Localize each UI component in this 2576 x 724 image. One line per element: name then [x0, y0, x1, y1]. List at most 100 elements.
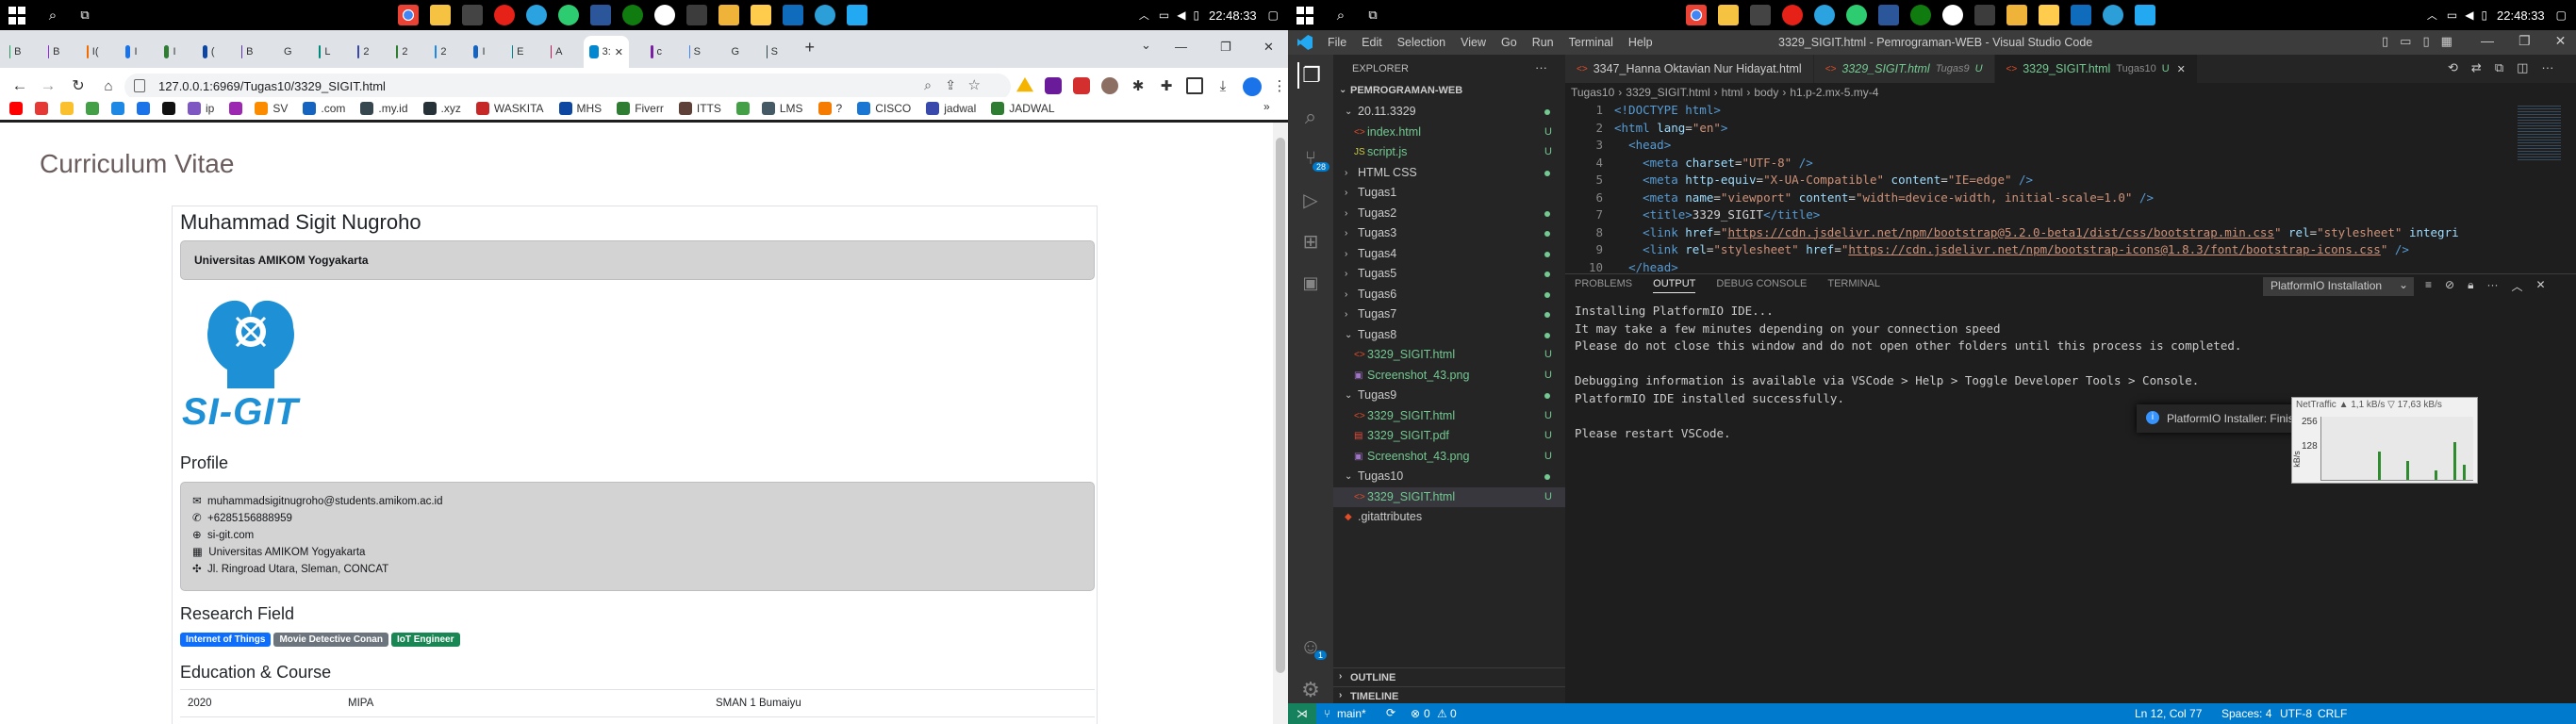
minimize-icon[interactable]: —	[2481, 33, 2494, 49]
browser-tab[interactable]: I(	[81, 36, 105, 68]
browser-tab[interactable]: G	[274, 36, 298, 68]
close-icon[interactable]: ✕	[2555, 33, 2567, 49]
tree-item[interactable]: <> 3329_SIGIT.html U	[1333, 406, 1565, 427]
network-icon[interactable]: ▭	[2447, 8, 2457, 22]
panel-tab-output[interactable]: OUTPUT	[1653, 278, 1696, 293]
tree-item[interactable]: ▤ 3329_SIGIT.pdf U	[1333, 426, 1565, 447]
vscode-icon[interactable]	[847, 5, 867, 25]
tray-chevron-icon[interactable]: ︿	[2427, 8, 2437, 23]
editor-tab[interactable]: <> 3329_SIGIT.html Tugas9 U	[1813, 55, 1995, 83]
outlook-icon[interactable]	[2071, 5, 2091, 25]
menu-edit[interactable]: Edit	[1362, 36, 1382, 49]
panel-tab-terminal[interactable]: TERMINAL	[1827, 278, 1880, 293]
tree-item[interactable]: › HTML CSS	[1333, 163, 1565, 184]
battery-icon[interactable]: ▯	[1193, 8, 1199, 22]
sync-icon[interactable]: ⟳	[1386, 706, 1395, 719]
output-channel-select[interactable]: PlatformIO Installation ⌄	[2263, 277, 2414, 296]
tree-item[interactable]: ▣ Screenshot_43.png U	[1333, 447, 1565, 468]
explorer-icon[interactable]: ❐	[1297, 62, 1324, 89]
tree-item[interactable]: › Tugas3	[1333, 223, 1565, 244]
home-icon[interactable]: ⌂	[98, 75, 119, 96]
page-scrollbar[interactable]	[1273, 123, 1288, 724]
bookmark-item[interactable]	[9, 102, 27, 115]
branch-icon[interactable]: ⑂	[1324, 707, 1330, 720]
tree-item[interactable]: › Tugas6	[1333, 285, 1565, 305]
browser-tab[interactable]: L	[313, 36, 337, 68]
menu-terminal[interactable]: Terminal	[1569, 36, 1613, 49]
windows-start-icon[interactable]	[8, 6, 26, 25]
notification-icon[interactable]: ▢	[1268, 8, 1279, 22]
menu-selection[interactable]: Selection	[1397, 36, 1445, 49]
folder-icon[interactable]	[2006, 5, 2027, 25]
browser-tab[interactable]: 2	[429, 36, 453, 68]
store-icon[interactable]	[462, 5, 483, 25]
panel-tab-problems[interactable]: PROBLEMS	[1575, 278, 1632, 293]
profile-avatar-icon[interactable]	[1243, 77, 1262, 96]
tray-chevron-icon[interactable]: ︿	[1139, 8, 1149, 23]
browser-tab[interactable]: 3: ✕	[584, 36, 629, 68]
split-editor-icon[interactable]: ◫	[2517, 60, 2528, 75]
github-icon[interactable]	[654, 5, 675, 25]
browser-tab[interactable]: I	[120, 36, 143, 68]
code-line[interactable]: <!DOCTYPE html>	[1614, 102, 2519, 120]
terminal-icon[interactable]	[1974, 5, 1995, 25]
toggle-sidebar-icon[interactable]: ▯	[2382, 34, 2388, 49]
extension-red-icon[interactable]	[1073, 77, 1090, 94]
bookmark-item[interactable]	[35, 102, 53, 115]
bookmark-star-icon[interactable]: ☆	[968, 76, 981, 93]
forward-icon[interactable]: →	[38, 75, 58, 96]
code-line[interactable]: <head>	[1614, 137, 2519, 155]
word-icon[interactable]	[590, 5, 611, 25]
omnibox[interactable]: 127.0.0.1:6969/Tugas10/3329_SIGIT.html ⌕…	[124, 74, 1011, 100]
tree-item[interactable]: ⌄ Tugas9	[1333, 386, 1565, 406]
telegram-icon[interactable]	[526, 5, 547, 25]
browser-tab[interactable]: (	[197, 36, 221, 68]
timeline-icon[interactable]: ⟲	[2448, 60, 2458, 75]
browser-tab[interactable]: 2	[352, 36, 375, 68]
toggle-secondary-icon[interactable]: ▯	[2422, 34, 2429, 49]
browser-tab[interactable]: S	[684, 36, 707, 68]
menu-go[interactable]: Go	[1501, 36, 1517, 49]
code-line[interactable]: <link href="https://cdn.jsdelivr.net/npm…	[1614, 224, 2519, 242]
timeline-section[interactable]: › TIMELINE	[1333, 686, 1565, 705]
browser-tab[interactable]: A	[545, 36, 569, 68]
breadcrumb-item[interactable]: 3329_SIGIT.html	[1626, 86, 1709, 99]
lock-scroll-icon[interactable]: 🔒︎	[2468, 278, 2473, 294]
close-panel-icon[interactable]: ✕	[2535, 278, 2545, 294]
bookmark-item[interactable]: CISCO	[857, 102, 911, 115]
cookie-extension-icon[interactable]	[1101, 77, 1118, 94]
tree-item[interactable]: › Tugas1	[1333, 183, 1565, 204]
zoom-search-icon[interactable]: ⌕	[924, 77, 932, 93]
reading-list-icon[interactable]	[1186, 77, 1203, 94]
menu-help[interactable]: Help	[1628, 36, 1653, 49]
page-scrollbar-thumb[interactable]	[1276, 138, 1285, 673]
browser-tab[interactable]: I	[468, 36, 491, 68]
menu-view[interactable]: View	[1461, 36, 1486, 49]
bookmark-item[interactable]: ip	[188, 102, 214, 115]
tree-item[interactable]: › Tugas5	[1333, 264, 1565, 285]
code-editor[interactable]: 1234567891011121314151617181920 <!DOCTYP…	[1565, 102, 2576, 273]
network-icon[interactable]: ▭	[1159, 8, 1169, 22]
bookmark-item[interactable]	[735, 102, 754, 115]
close-icon[interactable]: ✕	[1263, 40, 1274, 55]
warnings-icon[interactable]: ⚠	[1437, 707, 1447, 720]
code-line[interactable]: <html lang="en">	[1614, 120, 2519, 138]
url-text[interactable]: 127.0.0.1:6969/Tugas10/3329_SIGIT.html	[158, 79, 386, 93]
filter-icon[interactable]: ≡	[2425, 278, 2432, 294]
warnings-count[interactable]: 0	[1450, 707, 1457, 720]
menu-run[interactable]: Run	[1532, 36, 1554, 49]
browser-tab[interactable]: c	[645, 36, 669, 68]
terminal-icon[interactable]	[686, 5, 707, 25]
extension-gear-icon[interactable]: ✱	[1130, 77, 1147, 94]
cursor-position[interactable]: Ln 12, Col 77	[2135, 707, 2202, 720]
file-explorer-icon[interactable]	[430, 5, 451, 25]
browser-tab[interactable]: B	[42, 36, 66, 68]
errors-icon[interactable]: ⊗	[1411, 707, 1420, 720]
new-tab-icon[interactable]: +	[805, 38, 816, 58]
restore-icon[interactable]: ❐	[1220, 40, 1231, 55]
line-ending[interactable]: CRLF	[2318, 707, 2347, 720]
github-icon[interactable]	[1942, 5, 1963, 25]
folder-icon[interactable]	[718, 5, 739, 25]
extensions-icon[interactable]: ⊞	[1297, 228, 1324, 255]
notification-icon[interactable]: ▢	[2556, 8, 2567, 22]
